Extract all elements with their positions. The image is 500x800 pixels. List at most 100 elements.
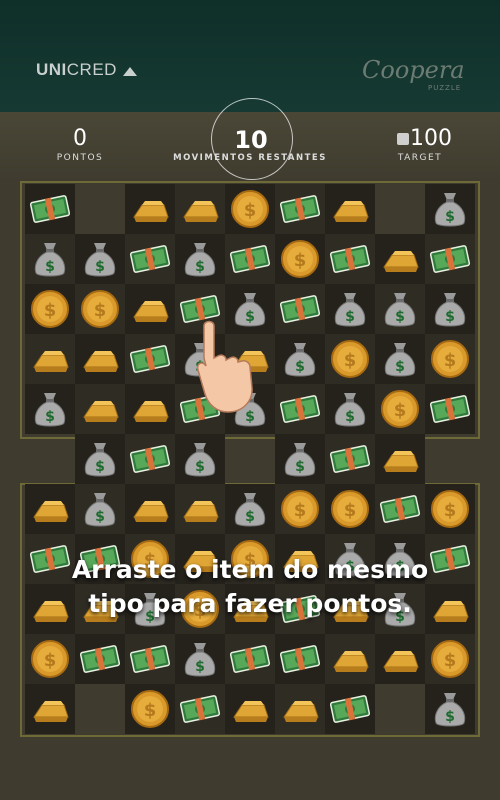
board-cell[interactable]: $ — [425, 184, 475, 234]
board-cell[interactable] — [325, 184, 375, 234]
board-cell[interactable] — [375, 234, 425, 284]
board-cell[interactable]: $ — [375, 334, 425, 384]
board-cell[interactable] — [275, 184, 325, 234]
board-cell[interactable]: $ — [325, 484, 375, 534]
cash-icon — [128, 437, 172, 481]
board-cell[interactable]: $ — [425, 684, 475, 734]
board-cell[interactable]: $ — [375, 284, 425, 334]
puzzle-subtitle: PUZZLE — [428, 84, 462, 92]
board-cell[interactable]: $ — [75, 234, 125, 284]
svg-text:$: $ — [444, 500, 457, 521]
board-cell[interactable]: $ — [275, 434, 325, 484]
board-cell[interactable] — [375, 434, 425, 484]
svg-text:$: $ — [195, 459, 205, 475]
board-cell[interactable] — [25, 184, 75, 234]
board-cell[interactable]: $ — [425, 634, 475, 684]
svg-text:$: $ — [445, 709, 455, 725]
board-cell[interactable]: $ — [25, 234, 75, 284]
board-cell[interactable] — [125, 384, 175, 434]
board-cell[interactable] — [125, 634, 175, 684]
bag-icon: $ — [278, 337, 322, 381]
cash-icon — [328, 237, 372, 281]
board-cell[interactable]: $ — [175, 434, 225, 484]
cash-icon — [228, 637, 272, 681]
svg-text:$: $ — [244, 200, 257, 221]
coin-icon: $ — [278, 237, 322, 281]
target-value: 100 — [410, 126, 452, 151]
board-cell[interactable] — [125, 334, 175, 384]
gold-icon — [128, 487, 172, 531]
board-cell[interactable] — [25, 684, 75, 734]
gold-icon — [178, 187, 222, 231]
board-cell[interactable] — [275, 284, 325, 334]
board-cell[interactable] — [75, 334, 125, 384]
board-cell[interactable] — [175, 484, 225, 534]
board-cell[interactable]: $ — [75, 434, 125, 484]
board-cell[interactable]: $ — [225, 484, 275, 534]
board-cell[interactable] — [325, 684, 375, 734]
board-cell[interactable]: $ — [25, 634, 75, 684]
header: UNICRED Coopera PUZZLE — [0, 0, 500, 112]
board-cell[interactable]: $ — [175, 234, 225, 284]
board-cell[interactable]: $ — [25, 284, 75, 334]
cash-icon — [278, 387, 322, 431]
board-cell[interactable] — [375, 484, 425, 534]
bag-icon: $ — [378, 287, 422, 331]
svg-text:$: $ — [44, 300, 57, 321]
svg-text:$: $ — [95, 459, 105, 475]
board-cell[interactable]: $ — [25, 384, 75, 434]
bag-icon: $ — [328, 387, 372, 431]
svg-text:$: $ — [245, 509, 255, 525]
board-cell[interactable] — [275, 684, 325, 734]
board-cell[interactable] — [375, 634, 425, 684]
board-cell[interactable] — [125, 434, 175, 484]
cash-icon — [178, 687, 222, 731]
board-cell[interactable] — [175, 184, 225, 234]
board-cell[interactable] — [175, 684, 225, 734]
board-cell[interactable]: $ — [425, 284, 475, 334]
board-cell[interactable] — [225, 634, 275, 684]
board-cell[interactable] — [325, 434, 375, 484]
coin-icon: $ — [278, 487, 322, 531]
board-cell[interactable] — [75, 634, 125, 684]
board-cell[interactable]: $ — [425, 484, 475, 534]
board-cell[interactable]: $ — [325, 384, 375, 434]
board-cell[interactable] — [425, 234, 475, 284]
bag-icon: $ — [428, 687, 472, 731]
bag-icon: $ — [178, 437, 222, 481]
svg-text:$: $ — [94, 300, 107, 321]
gold-icon — [128, 287, 172, 331]
board-cell[interactable] — [125, 184, 175, 234]
board-cell[interactable]: $ — [75, 484, 125, 534]
board-cell[interactable] — [275, 384, 325, 434]
board-cell[interactable] — [275, 634, 325, 684]
board-cell[interactable] — [125, 284, 175, 334]
board-cell[interactable] — [125, 234, 175, 284]
board-cell[interactable] — [75, 384, 125, 434]
board-cell[interactable] — [225, 684, 275, 734]
coin-icon: $ — [378, 387, 422, 431]
board-cell[interactable] — [325, 234, 375, 284]
board-cell[interactable] — [425, 384, 475, 434]
board-cell[interactable]: $ — [125, 684, 175, 734]
board-cell[interactable]: $ — [175, 634, 225, 684]
board-cell[interactable] — [25, 334, 75, 384]
board-cell[interactable]: $ — [275, 334, 325, 384]
board-cell[interactable]: $ — [425, 334, 475, 384]
board-cell[interactable]: $ — [325, 334, 375, 384]
board-cell[interactable] — [125, 484, 175, 534]
gold-icon — [78, 387, 122, 431]
board-cell[interactable]: $ — [75, 284, 125, 334]
board-cell[interactable]: $ — [375, 384, 425, 434]
board-cell[interactable]: $ — [225, 184, 275, 234]
svg-text:$: $ — [345, 409, 355, 425]
svg-text:$: $ — [445, 309, 455, 325]
board-cell[interactable]: $ — [275, 234, 325, 284]
board-cell[interactable] — [325, 634, 375, 684]
svg-text:$: $ — [44, 650, 57, 671]
board-cell[interactable]: $ — [325, 284, 375, 334]
board-cell[interactable]: $ — [275, 484, 325, 534]
board-cell[interactable] — [25, 484, 75, 534]
moves-value: 10 — [234, 126, 268, 154]
board-cell[interactable] — [225, 234, 275, 284]
